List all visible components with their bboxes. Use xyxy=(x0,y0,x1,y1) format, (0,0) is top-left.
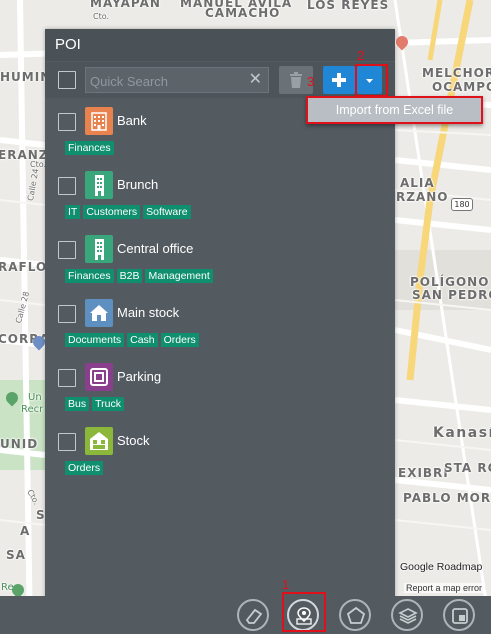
tag-badge: Management xyxy=(145,269,213,283)
poi-tags: Orders xyxy=(65,461,104,475)
tag-badge: B2B xyxy=(116,269,143,283)
panel-header: POI xyxy=(45,29,395,61)
map-label: Un xyxy=(28,392,42,403)
poi-list-item[interactable]: Stock Orders xyxy=(45,427,395,491)
poi-checkbox[interactable] xyxy=(58,241,76,259)
poi-name: Bank xyxy=(117,113,147,128)
poi-name: Stock xyxy=(117,433,150,448)
map-attribution: Google Roadmap xyxy=(400,561,483,573)
office-building-icon xyxy=(85,235,113,263)
poi-name: Central office xyxy=(117,241,194,256)
step-number: 2 xyxy=(357,48,365,63)
map-label: RZANO xyxy=(396,190,449,204)
parking-icon xyxy=(85,363,113,391)
poi-toolbar: ✕ xyxy=(45,62,395,98)
dropdown-menu: Import from Excel file xyxy=(306,96,483,124)
poi-name: Main stock xyxy=(117,305,180,320)
map-label: UNID xyxy=(0,437,39,451)
map-label: SA xyxy=(6,548,26,562)
polygon-icon xyxy=(346,606,366,624)
poi-checkbox[interactable] xyxy=(58,433,76,451)
clear-icon[interactable]: ✕ xyxy=(249,71,262,89)
panel-title: POI xyxy=(55,36,81,53)
map-label: MELCHOR xyxy=(422,66,491,80)
highlight-frame xyxy=(355,64,388,97)
import-from-excel-menu-item[interactable]: Import from Excel file xyxy=(308,98,481,122)
eraser-icon xyxy=(245,608,263,624)
poi-tags: IT Customers Software xyxy=(65,205,191,219)
tag-badge: Software xyxy=(143,205,191,219)
select-all-checkbox[interactable] xyxy=(58,71,76,89)
house-icon xyxy=(85,299,113,327)
poi-list-item[interactable]: Central office Finances B2B Management xyxy=(45,235,395,299)
poi-list-item[interactable]: Parking Bus Truck xyxy=(45,363,395,427)
tag-badge: Orders xyxy=(65,461,104,475)
poi-list-item[interactable]: Brunch IT Customers Software xyxy=(45,171,395,235)
tag-badge: Truck xyxy=(92,397,124,411)
search-input[interactable] xyxy=(90,72,240,90)
poi-list-item[interactable]: Main stock Documents Cash Orders xyxy=(45,299,395,363)
poi-tags: Finances xyxy=(65,141,114,155)
map-label: Cto. xyxy=(30,160,47,169)
map-label: PABLO MOREN xyxy=(403,491,491,505)
highlight-frame xyxy=(282,592,326,632)
bottom-toolbar xyxy=(0,596,491,634)
office-building-icon xyxy=(85,171,113,199)
route-shield: 180 xyxy=(451,198,473,211)
polygon-button[interactable] xyxy=(339,599,371,631)
poi-name: Brunch xyxy=(117,177,159,192)
search-box: ✕ xyxy=(85,67,269,93)
poi-tags: Finances B2B Management xyxy=(65,269,213,283)
poi-checkbox[interactable] xyxy=(58,369,76,387)
poi-checkbox[interactable] xyxy=(58,177,76,195)
map-label: A xyxy=(20,524,31,538)
report-map-error-link[interactable]: Report a map error xyxy=(404,583,485,593)
map-label: HUMIN xyxy=(0,70,52,84)
map-label: SAN PEDRO xyxy=(412,288,491,302)
eraser-button[interactable] xyxy=(237,599,269,631)
map-label: POLÍGONO xyxy=(410,275,490,289)
tag-badge: IT xyxy=(65,205,81,219)
map-label: LOS REYES xyxy=(307,0,390,12)
bank-icon xyxy=(85,107,113,135)
tag-badge: Cash xyxy=(127,333,158,347)
map-label: CAMACHO xyxy=(205,6,281,20)
map-label: Cto. xyxy=(93,12,110,21)
map-label: Kanasí xyxy=(433,425,491,441)
map-label: Recr xyxy=(21,404,44,415)
layers-button[interactable] xyxy=(391,599,423,631)
poi-name: Parking xyxy=(117,369,162,384)
add-poi-button[interactable] xyxy=(323,66,355,94)
map-label: ALIA xyxy=(400,176,435,190)
poi-tags: Documents Cash Orders xyxy=(65,333,199,347)
warehouse-icon xyxy=(85,427,113,455)
poi-tags: Bus Truck xyxy=(65,397,124,411)
layers-icon xyxy=(398,608,418,624)
tag-badge: Documents xyxy=(65,333,125,347)
map-label: EXIBRÍ xyxy=(398,466,449,480)
step-number: 1 xyxy=(282,577,290,592)
tag-badge: Finances xyxy=(65,269,114,283)
tag-badge: Bus xyxy=(65,397,90,411)
poi-checkbox[interactable] xyxy=(58,305,76,323)
panel-toggle-button[interactable] xyxy=(443,599,475,631)
map-label: MAYAPAN xyxy=(90,0,161,10)
tag-badge: Orders xyxy=(160,333,199,347)
map-label: OCAMPO xyxy=(432,80,491,94)
map-label: STA RO xyxy=(444,461,491,475)
step-number: 3 xyxy=(307,74,315,89)
poi-checkbox[interactable] xyxy=(58,113,76,131)
plus-icon xyxy=(332,73,346,87)
tag-badge: Finances xyxy=(65,141,114,155)
panel-icon xyxy=(452,608,468,624)
tag-badge: Customers xyxy=(83,205,141,219)
